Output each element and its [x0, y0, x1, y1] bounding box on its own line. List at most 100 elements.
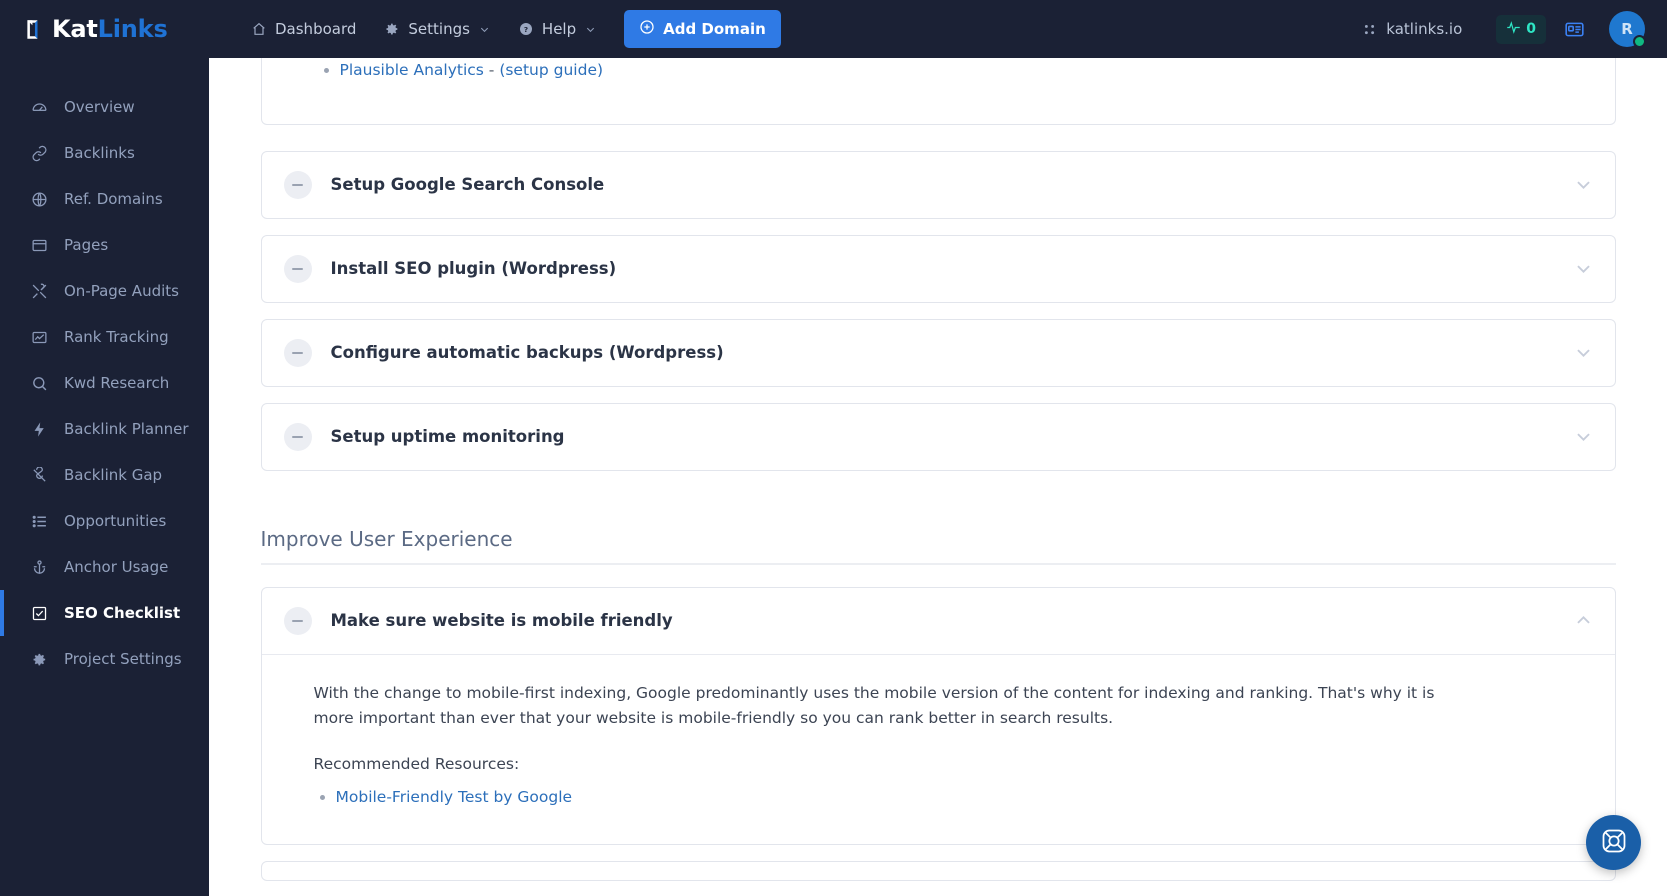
status-badge[interactable]: 0 [1496, 14, 1546, 44]
checklist-item-title: Configure automatic backups (Wordpress) [330, 343, 724, 363]
gauge-icon [29, 99, 49, 116]
chevron-down-icon [479, 24, 490, 35]
brand-logo[interactable]: KatLinks [0, 0, 209, 58]
sidebar: KatLinks Overview Backlinks Ref. Domains… [0, 0, 209, 896]
chevron-down-icon [585, 24, 596, 35]
recommended-resources-label: Recommended Resources: [313, 754, 520, 773]
sidebar-item-label: Rank Tracking [64, 328, 169, 346]
sidebar-item-on-page-audits[interactable]: On-Page Audits [0, 268, 209, 314]
chevron-down-icon[interactable] [1574, 343, 1593, 362]
nav-help-label: Help [541, 20, 577, 38]
sidebar-item-label: SEO Checklist [64, 604, 181, 622]
sidebar-item-anchor-usage[interactable]: Anchor Usage [0, 544, 209, 590]
checklist-item-header[interactable]: Setup uptime monitoring [262, 404, 1615, 470]
support-button[interactable] [1586, 815, 1641, 870]
status-incomplete-icon[interactable] [283, 254, 312, 283]
gear-icon [384, 21, 400, 37]
list-icon [29, 513, 49, 530]
right-pane: Dashboard Settings ? Help Add Domain kat… [209, 0, 1667, 896]
sidebar-item-ref-domains[interactable]: Ref. Domains [0, 176, 209, 222]
clipped-expanded-card: Plausible Analytics - (setup guide) [260, 58, 1616, 125]
sidebar-item-rank-tracking[interactable]: Rank Tracking [0, 314, 209, 360]
logo-text-links: Links [97, 15, 168, 43]
checkbox-icon [29, 605, 49, 622]
add-domain-label: Add Domain [663, 20, 766, 38]
sidebar-item-project-settings[interactable]: Project Settings [0, 636, 209, 682]
window-icon [29, 237, 49, 254]
nav-settings-label: Settings [408, 20, 470, 38]
checklist-item-card: Install SEO plugin (Wordpress) [260, 234, 1616, 303]
setup-guide-link[interactable]: (setup guide) [499, 61, 603, 79]
avatar[interactable]: R [1609, 11, 1646, 48]
search-icon [29, 375, 49, 392]
site-selector[interactable]: katlinks.io [1346, 20, 1478, 38]
resource-list: Plausible Analytics - (setup guide) [318, 58, 1615, 84]
section-header: Improve User Experience [260, 526, 1616, 565]
sidebar-item-label: Pages [64, 236, 109, 254]
sidebar-item-backlinks[interactable]: Backlinks [0, 130, 209, 176]
list-item: Plausible Analytics - (setup guide) [340, 58, 1615, 84]
checklist-item-body: With the change to mobile-first indexing… [261, 653, 1615, 845]
sidebar-item-label: On-Page Audits [64, 282, 179, 300]
add-domain-button[interactable]: Add Domain [624, 10, 781, 48]
main-content: Plausible Analytics - (setup guide) Setu… [209, 58, 1667, 896]
sidebar-item-label: Project Settings [64, 650, 182, 668]
topbar-right-group: katlinks.io 0 R [1346, 11, 1646, 48]
checklist-item-card: Configure automatic backups (Wordpress) [260, 318, 1616, 387]
checklist-item-card-expanded: Make sure website is mobile friendly Wit… [260, 586, 1616, 846]
nav-dashboard-label: Dashboard [275, 20, 357, 38]
status-incomplete-icon[interactable] [283, 606, 312, 635]
chevron-down-icon[interactable] [1574, 427, 1593, 446]
nav-settings[interactable]: Settings [370, 0, 504, 58]
broken-link-icon [29, 466, 49, 484]
resource-list: Mobile-Friendly Test by Google [314, 785, 1563, 811]
id-card-icon[interactable] [1564, 19, 1585, 40]
svg-text:?: ? [524, 25, 528, 34]
sidebar-item-backlink-planner[interactable]: Backlink Planner [0, 406, 209, 452]
checklist-item-header[interactable]: Configure automatic backups (Wordpress) [262, 320, 1615, 386]
checklist-item-header[interactable]: Setup Google Search Console [262, 152, 1615, 218]
logo-text-kat: Kat [52, 15, 98, 43]
checklist-item-card: Setup Google Search Console [260, 150, 1616, 219]
checklist-item-title: Setup Google Search Console [330, 175, 605, 195]
anchor-icon [29, 559, 49, 576]
resource-link[interactable]: Plausible Analytics [340, 61, 484, 79]
site-name-label: katlinks.io [1386, 20, 1463, 38]
status-incomplete-icon[interactable] [283, 422, 312, 451]
status-incomplete-icon[interactable] [283, 170, 312, 199]
sidebar-item-backlink-gap[interactable]: Backlink Gap [0, 452, 209, 498]
nav-help[interactable]: ? Help [504, 0, 610, 58]
question-circle-icon: ? [518, 21, 534, 37]
life-ring-icon [1600, 827, 1628, 859]
globe-icon [29, 191, 49, 208]
topbar-left-group: Dashboard Settings ? Help Add Domain [237, 0, 781, 58]
section-title: Improve User Experience [260, 526, 513, 551]
grid-icon [1362, 22, 1377, 37]
resource-link[interactable]: Mobile-Friendly Test by Google [336, 788, 573, 806]
sidebar-item-label: Overview [64, 98, 135, 116]
plus-circle-icon [639, 19, 655, 39]
checklist-item-title: Setup uptime monitoring [330, 427, 565, 447]
checklist-item-header[interactable]: Install SEO plugin (Wordpress) [262, 236, 1615, 302]
checklist-item-card-partial [260, 861, 1616, 882]
sidebar-item-seo-checklist[interactable]: SEO Checklist [0, 590, 209, 636]
nav-dashboard[interactable]: Dashboard [237, 0, 370, 58]
sidebar-item-label: Anchor Usage [64, 558, 169, 576]
status-incomplete-icon[interactable] [283, 338, 312, 367]
sidebar-item-opportunities[interactable]: Opportunities [0, 498, 209, 544]
sidebar-item-pages[interactable]: Pages [0, 222, 209, 268]
chevron-up-icon[interactable] [1574, 611, 1593, 630]
checklist-item-header[interactable]: Make sure website is mobile friendly [262, 588, 1615, 654]
sidebar-item-overview[interactable]: Overview [0, 84, 209, 130]
chart-line-icon [29, 329, 49, 346]
checklist-item-title: Install SEO plugin (Wordpress) [330, 259, 617, 279]
chevron-down-icon[interactable] [1574, 259, 1593, 278]
chevron-down-icon[interactable] [1574, 175, 1593, 194]
home-icon [251, 21, 267, 37]
online-status-dot [1633, 35, 1646, 48]
sidebar-item-label: Kwd Research [64, 374, 170, 392]
sidebar-item-label: Ref. Domains [64, 190, 163, 208]
checklist-item-card: Setup uptime monitoring [260, 402, 1616, 471]
top-navbar: Dashboard Settings ? Help Add Domain kat… [209, 0, 1667, 58]
sidebar-item-kwd-research[interactable]: Kwd Research [0, 360, 209, 406]
